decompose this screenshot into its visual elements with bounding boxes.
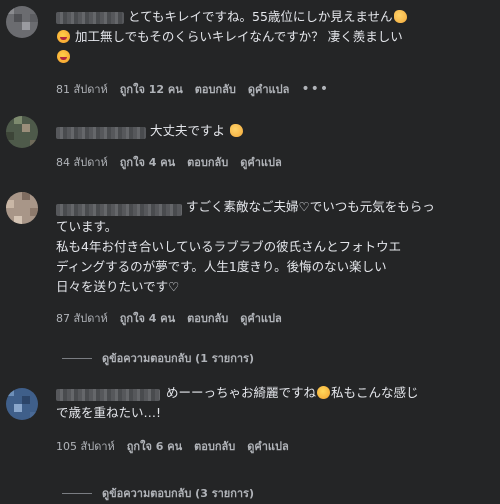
like-count-link[interactable]: ถูกใจ 6 คน bbox=[127, 437, 182, 455]
commenter-name[interactable] bbox=[56, 12, 124, 24]
like-count-link[interactable]: ถูกใจ 12 คน bbox=[120, 80, 183, 98]
comment-actions: 105 สัปดาห์ ถูกใจ 6 คน ตอบกลับ ดูคำแปล bbox=[56, 437, 289, 455]
comment-text: ています。 bbox=[56, 218, 494, 236]
comment-text-line: ています。 bbox=[56, 219, 118, 234]
comment-text: で歳を重ねたい…! bbox=[56, 404, 494, 422]
more-options-icon[interactable]: ••• bbox=[301, 82, 329, 96]
reply-thread-line bbox=[62, 357, 92, 359]
comment-text: とてもキレイですね。55歳位にしか見えません bbox=[128, 8, 498, 26]
comment-text-line: 私も4年お付き合いしているラブラブの彼氏さんとフォトウエ bbox=[56, 239, 402, 254]
clap-emoji-icon bbox=[393, 10, 407, 23]
reply-button[interactable]: ตอบกลับ bbox=[187, 309, 228, 327]
view-replies-link[interactable]: ดูข้อความตอบกลับ (1 รายการ) bbox=[62, 349, 254, 367]
like-count-link[interactable]: ถูกใจ 4 คน bbox=[120, 309, 175, 327]
commenter-name[interactable] bbox=[56, 389, 160, 401]
comment-text: 大丈夫ですよ bbox=[150, 122, 490, 140]
comment-text-line: ディングするのが夢です。人生1度きり。後悔のない楽しい bbox=[56, 259, 387, 274]
grin-emoji-icon bbox=[57, 30, 70, 43]
translate-button[interactable]: ดูคำแปล bbox=[248, 80, 290, 98]
reply-button[interactable]: ตอบกลับ bbox=[187, 153, 228, 171]
comment-actions: 81 สัปดาห์ ถูกใจ 12 คน ตอบกลับ ดูคำแปล •… bbox=[56, 80, 329, 98]
timestamp[interactable]: 84 สัปดาห์ bbox=[56, 153, 108, 171]
comment-text-line: で歳を重ねたい…! bbox=[56, 405, 162, 420]
comment-actions: 87 สัปดาห์ ถูกใจ 4 คน ตอบกลับ ดูคำแปล bbox=[56, 309, 282, 327]
comment-text-line: 私もこんな感じ bbox=[331, 385, 419, 400]
comment-text: 日々を送りたいです♡ bbox=[56, 278, 494, 296]
commenter-name[interactable] bbox=[56, 127, 146, 139]
commenter-name[interactable] bbox=[56, 204, 182, 216]
comment-text bbox=[56, 48, 494, 66]
grin-emoji-icon bbox=[57, 50, 70, 63]
avatar[interactable] bbox=[6, 388, 38, 420]
comment-text-line: 大丈夫ですよ bbox=[150, 123, 226, 138]
avatar[interactable] bbox=[6, 116, 38, 148]
view-replies-link[interactable]: ดูข้อความตอบกลับ (3 รายการ) bbox=[62, 484, 254, 502]
flushed-emoji-icon bbox=[317, 386, 331, 399]
comment-text: めーーっちゃお綺麗ですね 私もこんな感じ bbox=[166, 384, 496, 402]
translate-button[interactable]: ดูคำแปล bbox=[240, 309, 282, 327]
timestamp[interactable]: 87 สัปดาห์ bbox=[56, 309, 108, 327]
comment-text: 加工無しでもそのくらいキレイなんですか？ 凄く羨ましい bbox=[56, 28, 494, 46]
translate-button[interactable]: ดูคำแปล bbox=[240, 153, 282, 171]
reply-button[interactable]: ตอบกลับ bbox=[194, 437, 235, 455]
comment-text: ディングするのが夢です。人生1度きり。後悔のない楽しい bbox=[56, 258, 494, 276]
timestamp[interactable]: 105 สัปดาห์ bbox=[56, 437, 115, 455]
comment-text: 私も4年お付き合いしているラブラブの彼氏さんとフォトウエ bbox=[56, 238, 494, 256]
translate-button[interactable]: ดูคำแปล bbox=[247, 437, 289, 455]
reply-button[interactable]: ตอบกลับ bbox=[195, 80, 236, 98]
comment-actions: 84 สัปดาห์ ถูกใจ 4 คน ตอบกลับ ดูคำแปล bbox=[56, 153, 282, 171]
comment-text-line: 加工無しでもそのくらいキレイなんですか？ 凄く羨ましい bbox=[74, 29, 403, 44]
reply-thread-line bbox=[62, 492, 92, 494]
comment-text-line: めーーっちゃお綺麗ですね bbox=[166, 385, 317, 400]
clap-emoji-icon bbox=[230, 124, 243, 137]
avatar[interactable] bbox=[6, 6, 38, 38]
like-count-link[interactable]: ถูกใจ 4 คน bbox=[120, 153, 175, 171]
comment-text-line: とてもキレイですね。55歳位にしか見えません bbox=[128, 9, 393, 24]
timestamp[interactable]: 81 สัปดาห์ bbox=[56, 80, 108, 98]
comment-text-line: 日々を送りたいです♡ bbox=[56, 279, 180, 294]
comment-text-line: すごく素敵なご夫婦♡でいつも元気をもらっ bbox=[186, 199, 435, 214]
view-replies-label: ดูข้อความตอบกลับ (1 รายการ) bbox=[102, 352, 254, 365]
comment-text: すごく素敵なご夫婦♡でいつも元気をもらっ bbox=[186, 198, 496, 216]
view-replies-label: ดูข้อความตอบกลับ (3 รายการ) bbox=[102, 487, 254, 500]
avatar[interactable] bbox=[6, 192, 38, 224]
